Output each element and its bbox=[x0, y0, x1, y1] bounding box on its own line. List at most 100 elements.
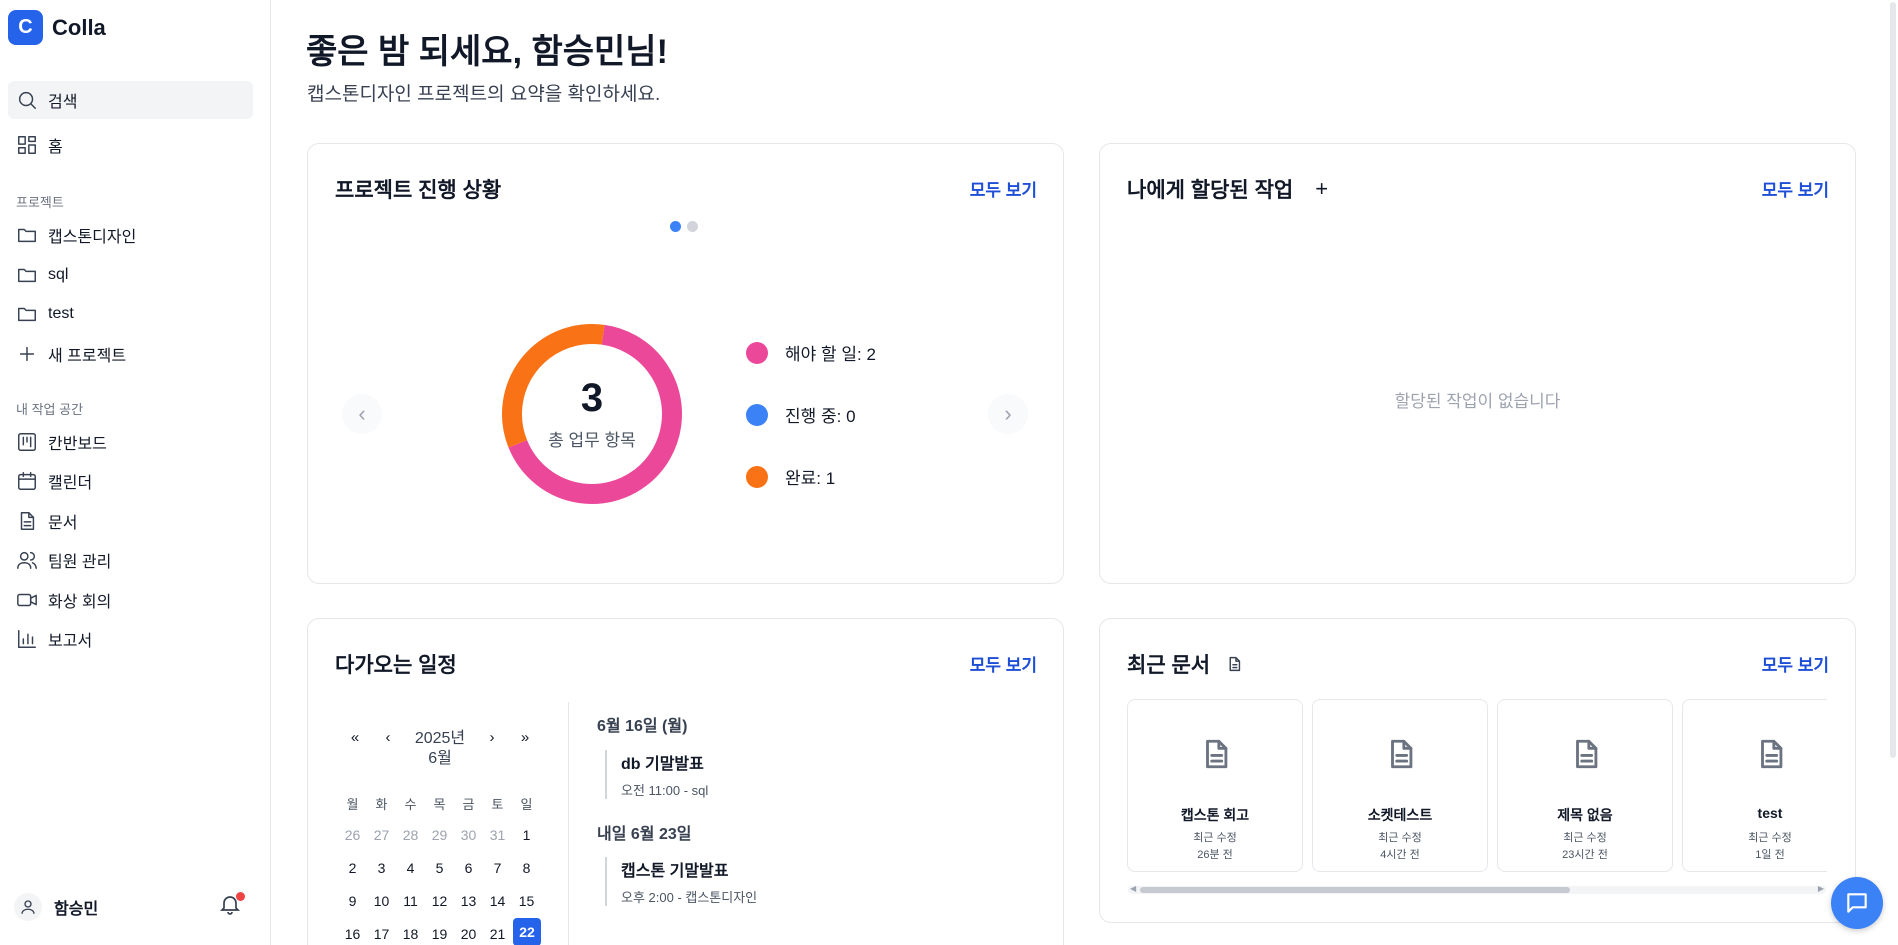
sidebar-item-label: test bbox=[48, 305, 74, 322]
calendar-day[interactable]: 3 bbox=[367, 860, 396, 876]
sidebar-item-video-meeting[interactable]: 화상 회의 bbox=[8, 581, 253, 619]
view-all-link[interactable]: 모두 보기 bbox=[970, 651, 1037, 676]
sidebar-item-members[interactable]: 팀원 관리 bbox=[8, 541, 253, 579]
sidebar-item-search[interactable]: 검색 bbox=[8, 81, 253, 119]
calendar-day[interactable]: 13 bbox=[454, 893, 483, 909]
calendar-day[interactable]: 21 bbox=[483, 926, 512, 942]
calendar-day[interactable]: 29 bbox=[425, 827, 454, 843]
calendar-day[interactable]: 31 bbox=[483, 827, 512, 843]
projects-heading: 프로젝트 bbox=[16, 195, 64, 210]
calendar-next-year-button[interactable]: » bbox=[517, 729, 533, 746]
legend-item-todo: 해야 할 일: 2 bbox=[746, 340, 876, 365]
legend-label: 진행 중: 0 bbox=[785, 407, 856, 426]
scrollbar-thumb[interactable] bbox=[1890, 2, 1896, 758]
donut-center: 3 총 업무 항목 bbox=[500, 322, 684, 506]
calendar-day-today[interactable]: 22 bbox=[513, 918, 541, 945]
calendar-day[interactable]: 17 bbox=[367, 926, 396, 942]
chat-button[interactable] bbox=[1831, 877, 1883, 929]
calendar-day[interactable]: 27 bbox=[367, 827, 396, 843]
legend-swatch bbox=[746, 341, 768, 364]
calendar-day[interactable]: 18 bbox=[396, 926, 425, 942]
calendar-year: 2025년 bbox=[414, 730, 466, 747]
sidebar-item-label: 문서 bbox=[48, 515, 78, 532]
calendar-divider bbox=[568, 702, 569, 945]
dashboard-icon bbox=[18, 136, 36, 154]
page-vertical-scrollbar[interactable] bbox=[1888, 0, 1898, 760]
carousel-prev-button[interactable]: ‹ bbox=[342, 394, 382, 434]
sidebar-item-label: 캡스톤디자인 bbox=[48, 229, 137, 246]
carousel-dot[interactable] bbox=[670, 221, 681, 232]
calendar-day[interactable]: 11 bbox=[396, 893, 425, 909]
sidebar-item-home[interactable]: 홈 bbox=[8, 126, 253, 164]
view-all-link[interactable]: 모두 보기 bbox=[970, 176, 1037, 201]
sidebar-item-project[interactable]: 캡스톤디자인 bbox=[8, 216, 253, 254]
total-count: 3 bbox=[580, 375, 604, 420]
calendar-prev-year-button[interactable]: « bbox=[347, 729, 363, 746]
calendar-day[interactable]: 9 bbox=[338, 893, 367, 909]
calendar-day[interactable]: 15 bbox=[512, 893, 541, 909]
document-modified-time: 23시간 전 bbox=[1562, 849, 1608, 861]
chevron-left-icon: ‹ bbox=[358, 401, 366, 426]
scroll-left-icon[interactable]: ◀ bbox=[1130, 884, 1136, 893]
carousel-next-button[interactable]: › bbox=[988, 394, 1028, 434]
notifications-button[interactable] bbox=[218, 892, 246, 920]
calendar-day[interactable]: 26 bbox=[338, 827, 367, 843]
document-card[interactable]: test 최근 수정 1일 전 bbox=[1682, 699, 1827, 872]
document-card[interactable]: 제목 없음 최근 수정 23시간 전 bbox=[1497, 699, 1673, 872]
document-name: 캡스톤 회고 bbox=[1180, 807, 1250, 823]
calendar-day[interactable]: 20 bbox=[454, 926, 483, 942]
calendar-day[interactable]: 19 bbox=[425, 926, 454, 942]
sidebar-item-label: sql bbox=[48, 266, 69, 283]
calendar-day[interactable]: 12 bbox=[425, 893, 454, 909]
calendar-day[interactable]: 14 bbox=[483, 893, 512, 909]
sidebar-item-project[interactable]: sql bbox=[8, 256, 253, 294]
calendar-day[interactable]: 2 bbox=[338, 860, 367, 876]
calendar-day[interactable]: 30 bbox=[454, 827, 483, 843]
documents-horizontal-scrollbar[interactable]: ◀ ▶ bbox=[1128, 884, 1826, 894]
document-modified-label: 최근 수정 bbox=[1378, 832, 1422, 844]
calendar-day[interactable]: 16 bbox=[338, 926, 367, 942]
calendar-weekday: 목 bbox=[433, 797, 446, 812]
calendar-day[interactable]: 6 bbox=[454, 860, 483, 876]
sidebar-item-label: 새 프로젝트 bbox=[48, 348, 127, 365]
sidebar-item-calendar[interactable]: 캘린더 bbox=[8, 462, 253, 500]
legend-label: 완료: 1 bbox=[785, 469, 836, 488]
new-project-button[interactable]: 새 프로젝트 bbox=[8, 335, 253, 373]
calendar-day[interactable]: 10 bbox=[367, 893, 396, 909]
view-all-link[interactable]: 모두 보기 bbox=[1762, 651, 1829, 676]
event-item[interactable]: db 기말발표 오전 11:00 - sql bbox=[605, 750, 905, 799]
user-profile[interactable]: 함승민 bbox=[14, 890, 246, 924]
calendar-prev-month-button[interactable]: ‹ bbox=[380, 729, 396, 746]
calendar-day[interactable]: 1 bbox=[512, 827, 541, 843]
sidebar-item-reports[interactable]: 보고서 bbox=[8, 620, 253, 658]
view-all-link[interactable]: 모두 보기 bbox=[1762, 176, 1829, 201]
calendar-day[interactable]: 7 bbox=[483, 860, 512, 876]
document-card[interactable]: 캡스톤 회고 최근 수정 26분 전 bbox=[1127, 699, 1303, 872]
page-subtitle: 캡스톤디자인 프로젝트의 요약을 확인하세요. bbox=[307, 84, 661, 105]
calendar-day[interactable]: 8 bbox=[512, 860, 541, 876]
event-item[interactable]: 캡스톤 기말발표 오후 2:00 - 캡스톤디자인 bbox=[605, 857, 905, 906]
sidebar-item-label: 캘린더 bbox=[48, 475, 93, 492]
legend-item-in-progress: 진행 중: 0 bbox=[746, 402, 856, 427]
card-title: 최근 문서 bbox=[1127, 649, 1243, 679]
add-task-button[interactable]: + bbox=[1315, 176, 1328, 202]
event-date-heading: 내일 6월 23일 bbox=[597, 826, 692, 843]
scroll-right-icon[interactable]: ▶ bbox=[1818, 884, 1824, 893]
document-name: 소켓테스트 bbox=[1367, 807, 1433, 823]
legend-label: 해야 할 일: 2 bbox=[785, 345, 876, 364]
calendar-day[interactable]: 5 bbox=[425, 860, 454, 876]
calendar-next-month-button[interactable]: › bbox=[484, 729, 500, 746]
scrollbar-thumb[interactable] bbox=[1140, 887, 1570, 893]
calendar-day[interactable]: 28 bbox=[396, 827, 425, 843]
document-card[interactable]: 소켓테스트 최근 수정 4시간 전 bbox=[1312, 699, 1488, 872]
sidebar-item-documents[interactable]: 문서 bbox=[8, 502, 253, 540]
document-icon bbox=[1229, 656, 1241, 672]
app-logo[interactable]: C Colla bbox=[8, 10, 106, 45]
calendar-day[interactable]: 4 bbox=[396, 860, 425, 876]
sidebar-item-project[interactable]: test bbox=[8, 295, 253, 333]
carousel-dot[interactable] bbox=[687, 221, 698, 232]
folder-icon bbox=[18, 307, 36, 322]
sidebar-item-kanban[interactable]: 칸반보드 bbox=[8, 423, 253, 461]
workspace-heading: 내 작업 공간 bbox=[16, 402, 84, 417]
sidebar-item-label: 팀원 관리 bbox=[48, 554, 112, 571]
